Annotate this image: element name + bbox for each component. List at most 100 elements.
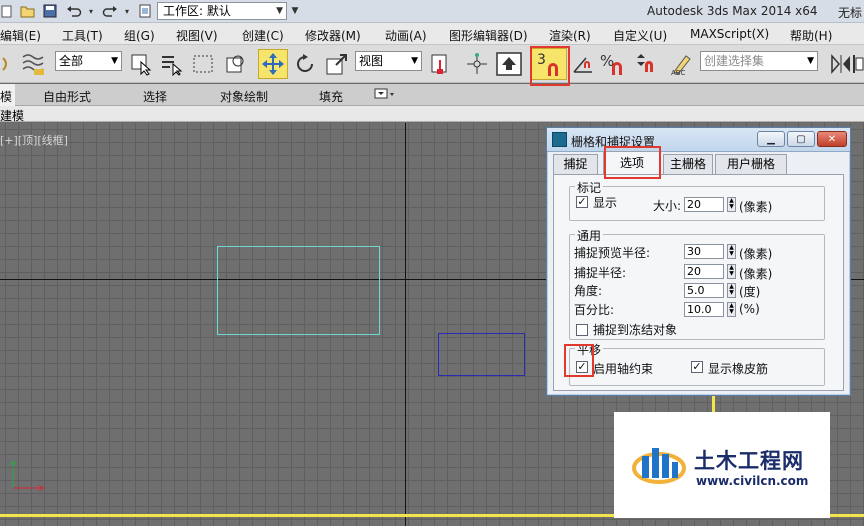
snap-to-frozen-checkbox[interactable] — [576, 324, 588, 336]
select-object-icon[interactable] — [126, 49, 156, 79]
reference-coordinate-select[interactable]: 视图 ▼ — [355, 51, 422, 71]
select-and-rotate-icon[interactable] — [290, 49, 320, 79]
chevron-down-icon: ▼ — [111, 56, 118, 66]
selection-filter-value: 全部 — [59, 54, 84, 68]
workspace-select[interactable]: 工作区: 默认 ▼ — [157, 2, 287, 20]
display-markers-label: 显示 — [593, 196, 618, 210]
close-icon[interactable]: ✕ — [817, 131, 847, 147]
viewport-label[interactable]: [+][顶][线框] — [0, 132, 68, 148]
spinner-arrows-icon[interactable]: ▲ ▼ — [727, 244, 736, 259]
menu-modifiers[interactable]: 修改器(M) — [305, 27, 361, 44]
ribbon-tab-freeform[interactable]: 自由形式 — [43, 88, 91, 105]
menu-tools[interactable]: 工具(T) — [62, 27, 103, 44]
align-icon[interactable] — [851, 49, 864, 79]
magnet-icon — [548, 63, 558, 76]
spinner-arrows-icon[interactable]: ▲ ▼ — [727, 264, 736, 279]
percent-snap-button[interactable]: % — [598, 49, 628, 79]
minimize-icon[interactable]: ▁ — [757, 131, 785, 147]
tab-options[interactable]: 选项 — [603, 151, 661, 175]
rectangle-shape-cyan[interactable] — [217, 246, 380, 335]
save-file-icon[interactable] — [40, 3, 60, 19]
snap-radius-input[interactable]: 20 — [684, 264, 724, 279]
selection-filter-select[interactable]: 全部 ▼ — [55, 51, 122, 71]
title-bar: ▾ ▾ 工作区: 默认 ▼ ▼ Autodesk 3ds Max 2014 x6… — [0, 0, 864, 23]
menu-views[interactable]: 视图(V) — [176, 27, 218, 44]
watermark-url: www.civilcn.com — [696, 474, 809, 488]
edit-named-selection-icon[interactable]: ABC — [667, 49, 697, 79]
menu-edit[interactable]: 编辑(E) — [0, 27, 41, 44]
rectangle-shape-blue[interactable] — [438, 333, 525, 376]
translation-group: 平移 ✓ 启用轴约束 ✓ 显示橡皮筋 — [569, 341, 825, 386]
translation-group-legend: 平移 — [575, 341, 604, 358]
rubber-band-checkbox[interactable]: ✓ — [691, 361, 703, 373]
angle-unit: (度) — [739, 285, 761, 299]
angle-label: 角度: — [574, 284, 603, 298]
link-icon[interactable] — [0, 49, 14, 79]
redo-dropdown-icon[interactable]: ▾ — [122, 3, 132, 19]
ribbon-panel-bar: 建模 — [0, 106, 864, 123]
snaps-toggle-button[interactable]: 3 — [531, 48, 567, 80]
grid-snap-settings-dialog: 栅格和捕捉设置 ▁ ▢ ✕ 捕捉 选项 主栅格 用户栅格 标记 ✓ 显示 大小:… — [546, 127, 851, 396]
rectangular-selection-icon[interactable] — [188, 49, 218, 79]
percent-unit: (%) — [739, 302, 760, 316]
ribbon-tab-object-paint[interactable]: 对象绘制 — [220, 88, 268, 105]
marker-size-unit: (像素) — [739, 200, 773, 214]
tab-snaps[interactable]: 捕捉 — [553, 154, 598, 174]
spinner-arrows-icon[interactable]: ▲ ▼ — [727, 283, 736, 298]
select-and-move-icon[interactable] — [258, 49, 288, 79]
ribbon-tab-selection[interactable]: 选择 — [143, 88, 167, 105]
percent-label: 百分比: — [574, 303, 615, 317]
menu-customize[interactable]: 自定义(U) — [613, 27, 667, 44]
redo-icon[interactable] — [100, 3, 120, 19]
tab-home-grid[interactable]: 主栅格 — [663, 154, 713, 174]
manipulate-icon[interactable] — [462, 49, 492, 79]
ribbon-tab-populate[interactable]: 填充 — [319, 88, 343, 105]
snap-preview-radius-unit: (像素) — [739, 247, 773, 261]
select-and-scale-icon[interactable] — [322, 49, 352, 79]
customize-quick-access-icon[interactable]: ▼ — [290, 3, 300, 19]
menu-group[interactable]: 组(G) — [124, 27, 155, 44]
keyboard-shortcut-override-icon[interactable] — [494, 49, 524, 79]
axis-constraint-checkbox[interactable]: ✓ — [576, 361, 588, 373]
named-selection-set-input[interactable]: 创建选择集 ▼ — [700, 51, 818, 71]
maximize-icon[interactable]: ▢ — [787, 131, 815, 147]
dialog-title-bar[interactable]: 栅格和捕捉设置 ▁ ▢ ✕ — [547, 128, 850, 152]
spinner-snap-icon[interactable] — [630, 49, 660, 79]
tab-user-grids[interactable]: 用户栅格 — [715, 154, 787, 174]
ribbon-options-icon[interactable] — [374, 87, 396, 104]
menu-rendering[interactable]: 渲染(R) — [549, 27, 591, 44]
svg-text:ABC: ABC — [671, 69, 685, 76]
app-menu-icon[interactable] — [0, 3, 14, 19]
dialog-title: 栅格和捕捉设置 — [571, 135, 656, 149]
marker-size-input[interactable]: 20 — [684, 197, 724, 212]
chevron-down-icon: ▼ — [807, 56, 814, 66]
menu-maxscript[interactable]: MAXScript(X) — [690, 27, 769, 41]
workspace-select-value: 工作区: 默认 — [163, 4, 231, 18]
reference-coordinate-value: 视图 — [359, 54, 384, 68]
window-crossing-icon[interactable] — [220, 49, 250, 79]
angle-snap-icon[interactable] — [568, 49, 598, 79]
select-by-name-icon[interactable] — [156, 49, 186, 79]
percent-input[interactable]: 10.0 — [684, 302, 724, 317]
snaps-toggle-label: 3 — [537, 52, 546, 68]
project-folder-icon[interactable] — [136, 3, 154, 19]
file-name: 无标 — [838, 6, 863, 20]
undo-dropdown-icon[interactable]: ▾ — [86, 3, 96, 19]
pivot-point-icon[interactable] — [425, 49, 455, 79]
menu-create[interactable]: 创建(C) — [242, 27, 284, 44]
spinner-arrows-icon[interactable]: ▲ ▼ — [727, 197, 736, 212]
snap-preview-radius-input[interactable]: 30 — [684, 244, 724, 259]
menu-animation[interactable]: 动画(A) — [385, 27, 427, 44]
menu-help[interactable]: 帮助(H) — [790, 27, 832, 44]
ribbon-tab-modeling[interactable]: 模 — [0, 84, 16, 106]
undo-icon[interactable] — [64, 3, 84, 19]
axis-constraint-label: 启用轴约束 — [593, 362, 654, 376]
spinner-arrows-icon[interactable]: ▲ ▼ — [727, 302, 736, 317]
angle-input[interactable]: 5.0 — [684, 283, 724, 298]
open-file-icon[interactable] — [18, 3, 38, 19]
display-markers-checkbox[interactable]: ✓ — [576, 196, 588, 208]
menu-graph-editors[interactable]: 图形编辑器(D) — [449, 27, 528, 44]
bind-space-warp-icon[interactable] — [18, 49, 48, 79]
snap-preview-radius-label: 捕捉预览半径: — [574, 246, 651, 260]
watermark-name: 土木工程网 — [694, 449, 804, 473]
